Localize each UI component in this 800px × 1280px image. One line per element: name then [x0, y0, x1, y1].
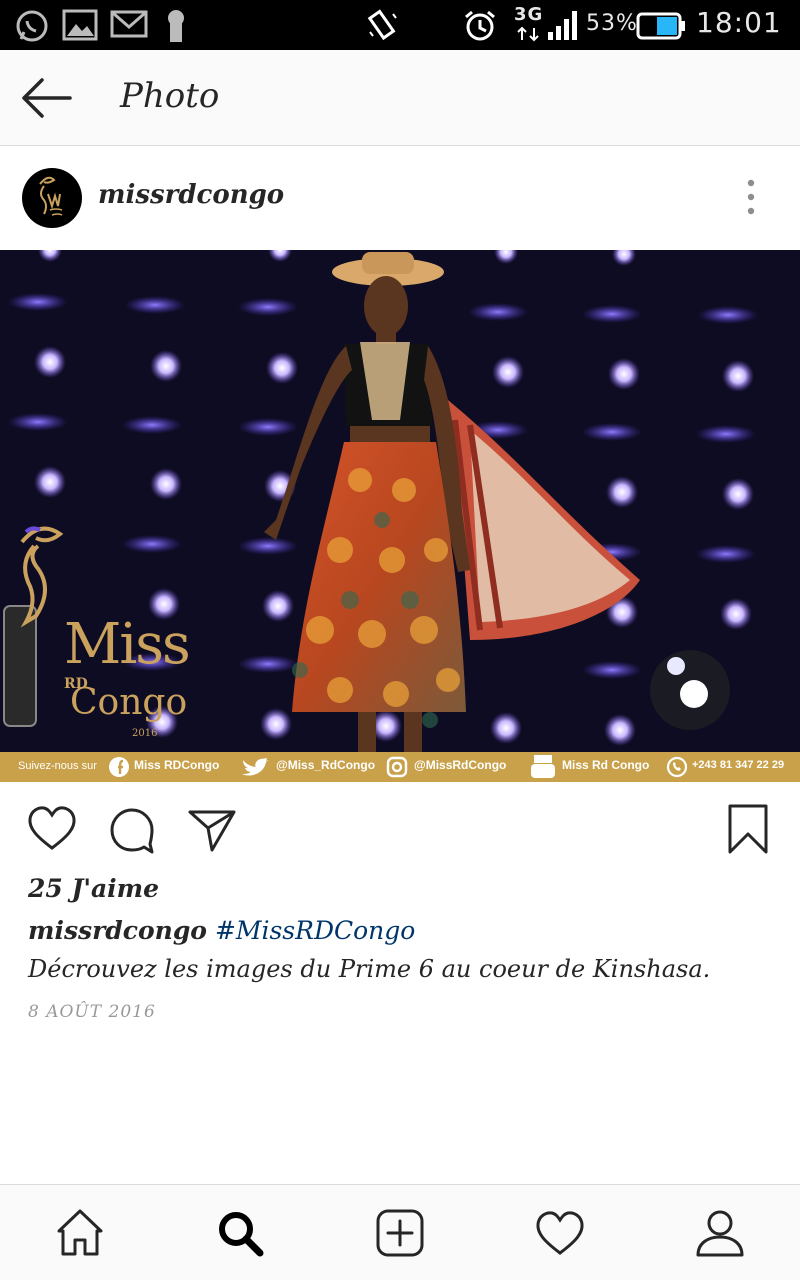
facebook-icon	[109, 757, 129, 777]
post-username[interactable]: missrdcongo	[98, 180, 284, 210]
data-arrows-icon	[517, 26, 539, 42]
footer-lead: Suivez-nous sur	[18, 760, 97, 772]
bookmark-icon	[728, 804, 768, 854]
like-button[interactable]	[26, 804, 78, 856]
rotate-icon	[367, 9, 397, 41]
back-button[interactable]	[18, 72, 78, 124]
gallery-icon	[62, 9, 98, 41]
nav-search[interactable]	[214, 1207, 266, 1259]
caption-text: Décrouvez les images du Prime 6 au coeur…	[28, 955, 711, 983]
search-icon	[219, 1212, 264, 1257]
miss-rdcongo-logo	[39, 176, 63, 216]
more-vertical-icon	[747, 179, 755, 215]
gmail-icon	[110, 10, 148, 38]
footer-youtube: Miss Rd Congo	[562, 758, 650, 772]
page-title: Photo	[120, 76, 220, 116]
share-button[interactable]	[186, 804, 238, 856]
nav-profile[interactable]	[694, 1207, 746, 1259]
battery-icon	[636, 12, 685, 40]
post-date: 8 AOÛT 2016	[28, 1002, 156, 1022]
bookmark-button[interactable]	[722, 804, 774, 856]
add-icon	[376, 1209, 424, 1257]
comment-icon	[110, 808, 154, 854]
bottom-nav	[0, 1184, 800, 1280]
activity-icon	[536, 1211, 584, 1255]
nav-add[interactable]	[374, 1207, 426, 1259]
caption-username[interactable]: missrdcongo	[28, 916, 207, 945]
status-bar: 3G 53% 18:01	[0, 0, 800, 50]
arrow-left-icon	[22, 78, 72, 118]
youtube-icon	[531, 755, 555, 778]
profile-icon	[696, 1210, 744, 1257]
more-options-button[interactable]	[736, 177, 766, 217]
twitter-icon	[242, 758, 269, 776]
network-type: 3G	[514, 4, 544, 25]
logo-miss: Miss	[64, 612, 191, 677]
comment-button[interactable]	[106, 804, 158, 856]
post-photo[interactable]: Miss RD Congo 2016 Suivez-nous sur Miss …	[0, 250, 800, 782]
like-count[interactable]: 25 J'aime	[28, 874, 159, 903]
logo-year: 2016	[132, 728, 158, 739]
phone-icon	[666, 756, 688, 778]
footer-twitter: @Miss_RdCongo	[276, 758, 376, 772]
whatsapp-icon	[16, 10, 48, 42]
caption-hashtag[interactable]: #MissRDCongo	[215, 916, 415, 945]
heart-icon	[28, 806, 76, 850]
keyhole-icon	[168, 10, 184, 42]
post-actions	[0, 782, 800, 872]
photo-social-footer: Suivez-nous sur Miss RDCongo @Miss_RdCon…	[0, 752, 800, 782]
nav-activity[interactable]	[534, 1207, 586, 1259]
logo-congo: Congo	[70, 682, 188, 723]
avatar[interactable]	[22, 168, 82, 228]
footer-instagram: @MissRdCongo	[414, 758, 507, 772]
app-header: Photo	[0, 50, 800, 146]
battery-percent: 53%	[586, 11, 638, 36]
instagram-icon	[386, 756, 408, 778]
home-icon	[57, 1209, 103, 1256]
footer-phone: +243 81 347 22 29	[692, 759, 785, 771]
clock: 18:01	[696, 6, 782, 39]
caption-line: missrdcongo #MissRDCongo	[28, 916, 415, 945]
post-header: missrdcongo	[0, 147, 800, 250]
footer-facebook: Miss RDCongo	[134, 758, 220, 772]
signal-icon	[548, 11, 577, 40]
nav-home[interactable]	[54, 1207, 106, 1259]
alarm-icon	[465, 10, 495, 41]
share-icon	[188, 810, 236, 852]
